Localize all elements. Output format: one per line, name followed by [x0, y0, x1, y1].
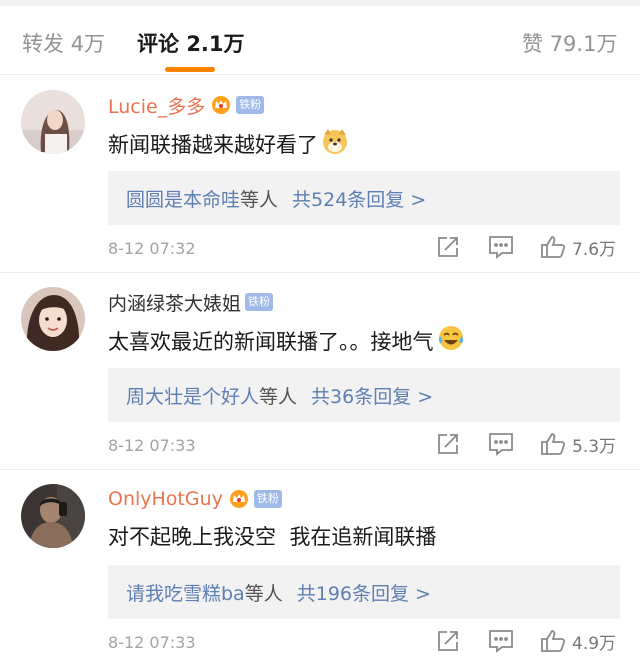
- tab-comments[interactable]: 评论 2.1万: [137, 28, 245, 58]
- comment-text-row: 对不起晚上我没空 我在追新闻联播: [108, 521, 436, 551]
- like-count: 7.6万: [572, 239, 617, 260]
- tab-likes-count: 79.1万: [549, 32, 618, 56]
- comment-icon: [489, 433, 513, 456]
- reply-button[interactable]: [488, 234, 514, 260]
- reply-count-link[interactable]: 共524条回复 >: [292, 185, 426, 212]
- laugh-cry-emoji-icon: [437, 324, 465, 357]
- comment-item: OnlyHotGuy 铁粉 对不起晚上我没空 我在追新闻联播 请我吃雪糕ba 等…: [0, 469, 640, 666]
- reply-summary[interactable]: 圆圆是本命哇 等人 共524条回复 >: [108, 171, 620, 225]
- reply-suffix: 等人: [240, 188, 279, 211]
- reply-button[interactable]: [488, 431, 514, 457]
- comment-text: 新闻联播越来越好看了: [108, 132, 318, 157]
- tab-reposts[interactable]: 转发 4万: [22, 28, 105, 58]
- active-tab-indicator: [165, 67, 215, 72]
- reply-suffix: 等人: [244, 582, 283, 605]
- reply-summary[interactable]: 周大壮是个好人 等人 共36条回复 >: [108, 368, 620, 422]
- like-count: 5.3万: [572, 436, 617, 457]
- comment-item: 内涵绿茶大婊姐 铁粉 太喜欢最近的新闻联播了。。接地气 周大壮是个好人 等人 共…: [0, 272, 640, 470]
- fan-badge: 铁粉: [236, 96, 265, 114]
- avatar[interactable]: [21, 287, 85, 351]
- reply-count-link[interactable]: 共196条回复 >: [297, 579, 431, 606]
- tab-likes-label: 赞: [522, 32, 543, 56]
- share-icon: [438, 631, 458, 651]
- username[interactable]: OnlyHotGuy: [108, 488, 223, 510]
- comment-text-row: 太喜欢最近的新闻联播了。。接地气: [108, 324, 465, 357]
- timestamp: 8-12 07:33: [108, 633, 196, 652]
- reply-user[interactable]: 请我吃雪糕ba: [126, 579, 245, 606]
- comment-icon: [489, 630, 513, 653]
- username[interactable]: 内涵绿茶大婊姐: [108, 289, 241, 316]
- share-icon: [438, 237, 458, 257]
- comment-item: Lucie_多多 铁粉 新闻联播越来越好看了 圆圆是本命哇 等人 共524条回复…: [0, 75, 640, 273]
- timestamp: 8-12 07:32: [108, 239, 196, 258]
- timestamp: 8-12 07:33: [108, 436, 196, 455]
- tab-reposts-label: 转发: [22, 32, 64, 56]
- avatar[interactable]: [21, 484, 85, 548]
- fan-badge: 铁粉: [245, 293, 274, 311]
- vip-crown-icon: [210, 95, 232, 115]
- tab-comments-label: 评论: [137, 32, 179, 56]
- tab-reposts-count: 4万: [70, 32, 106, 56]
- reply-button[interactable]: [488, 628, 514, 654]
- like-button[interactable]: 4.9万: [540, 628, 616, 654]
- comment-header: 内涵绿茶大婊姐 铁粉: [108, 289, 274, 316]
- reply-suffix: 等人: [259, 385, 298, 408]
- reply-count-link[interactable]: 共36条回复 >: [311, 382, 433, 409]
- comment-text: 太喜欢最近的新闻联播了。。接地气: [108, 329, 434, 354]
- vip-crown-icon: [228, 489, 250, 509]
- reply-user[interactable]: 周大壮是个好人: [126, 382, 259, 409]
- share-button[interactable]: [436, 628, 460, 654]
- like-button[interactable]: 5.3万: [540, 431, 616, 457]
- share-icon: [438, 434, 458, 454]
- username[interactable]: Lucie_多多: [108, 92, 205, 119]
- share-button[interactable]: [436, 234, 460, 260]
- avatar[interactable]: [21, 90, 85, 154]
- reply-user[interactable]: 圆圆是本命哇: [126, 185, 240, 212]
- tab-likes[interactable]: 赞 79.1万: [522, 28, 617, 58]
- tab-bar: 转发 4万 评论 2.1万 赞 79.1万: [0, 6, 640, 75]
- share-button[interactable]: [436, 431, 460, 457]
- thumbs-up-icon: [541, 433, 566, 455]
- fan-badge: 铁粉: [253, 490, 282, 508]
- doge-emoji-icon: [321, 127, 349, 160]
- comment-header: Lucie_多多 铁粉: [108, 92, 265, 119]
- comment-text: 对不起晚上我没空 我在追新闻联播: [108, 525, 437, 549]
- comment-header: OnlyHotGuy 铁粉: [108, 486, 282, 512]
- tab-comments-count: 2.1万: [186, 32, 245, 56]
- thumbs-up-icon: [541, 236, 566, 258]
- reply-summary[interactable]: 请我吃雪糕ba 等人 共196条回复 >: [108, 565, 620, 619]
- comment-text-row: 新闻联播越来越好看了: [108, 127, 349, 160]
- like-button[interactable]: 7.6万: [540, 234, 616, 260]
- like-count: 4.9万: [572, 633, 617, 654]
- comment-icon: [489, 236, 513, 259]
- thumbs-up-icon: [541, 630, 566, 652]
